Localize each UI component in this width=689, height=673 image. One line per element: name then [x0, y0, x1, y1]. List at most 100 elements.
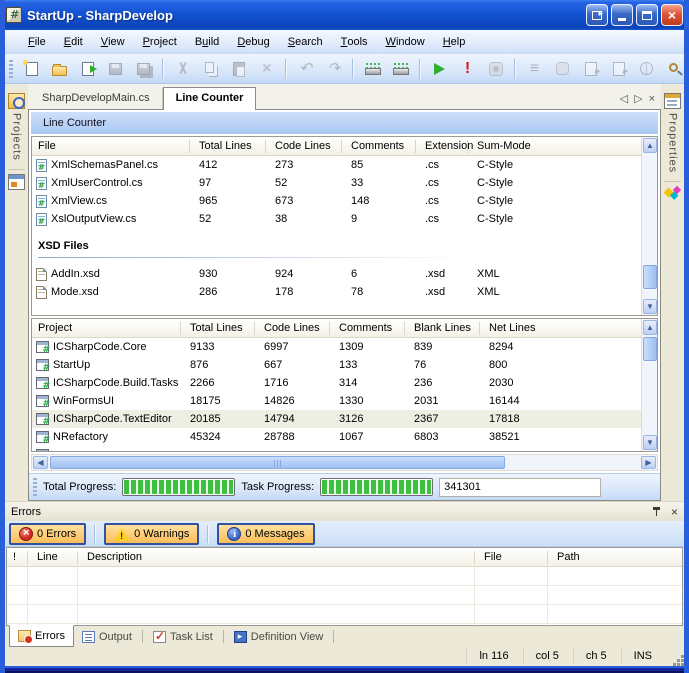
column-header[interactable]: Total Lines: [180, 322, 254, 335]
menu-build[interactable]: Build: [186, 30, 228, 54]
step-over-icon[interactable]: [609, 59, 628, 79]
tab-sharpdevelopmain[interactable]: SharpDevelopMain.cs: [30, 88, 163, 109]
tab-output[interactable]: Output: [74, 626, 140, 647]
redo-icon[interactable]: [324, 59, 343, 79]
horizontal-scrollbar[interactable]: ◀ ▶: [31, 454, 658, 471]
toggle-window-button[interactable]: [586, 4, 608, 26]
messages-filter-button[interactable]: 0 Messages: [217, 523, 314, 545]
close-button[interactable]: ×: [661, 4, 683, 26]
warnings-filter-button[interactable]: 0 Warnings: [104, 523, 199, 545]
scroll-thumb[interactable]: [50, 456, 505, 469]
maximize-button[interactable]: [636, 4, 658, 26]
project-row-clipped[interactable]: [32, 446, 641, 451]
menu-edit[interactable]: Edit: [55, 30, 92, 54]
search-icon[interactable]: [665, 59, 684, 79]
format-icon[interactable]: [525, 59, 544, 79]
scroll-left-icon[interactable]: ◀: [33, 456, 48, 469]
new-file-icon[interactable]: [22, 59, 41, 79]
project-row[interactable]: ICSharpCode.Build.Tasks 2266 1716 314 23…: [32, 374, 641, 392]
menu-project[interactable]: Project: [134, 30, 186, 54]
scroll-thumb[interactable]: [643, 337, 657, 361]
rebuild-icon[interactable]: [391, 59, 410, 79]
project-row[interactable]: ICSharpCode.Core 9133 6997 1309 839 8294: [32, 338, 641, 356]
copy-icon[interactable]: [201, 59, 220, 79]
column-header[interactable]: File: [474, 551, 547, 564]
undo-icon[interactable]: [296, 59, 315, 79]
column-header[interactable]: Total Lines: [189, 140, 265, 153]
breakpoint-icon[interactable]: [553, 59, 572, 79]
sidebar-tab-projects[interactable]: Projects: [8, 86, 25, 170]
paste-icon[interactable]: [229, 59, 248, 79]
toolbox-icon[interactable]: [664, 186, 681, 202]
menu-window[interactable]: Window: [377, 30, 434, 54]
tab-line-counter[interactable]: Line Counter: [163, 87, 257, 110]
build-icon[interactable]: [363, 59, 382, 79]
scroll-down-icon[interactable]: ▼: [643, 299, 657, 314]
menu-help[interactable]: Help: [434, 30, 475, 54]
minimize-button[interactable]: [611, 4, 633, 26]
projects-table-scrollbar[interactable]: ▲ ▼: [641, 319, 657, 451]
project-row[interactable]: WinFormsUI 18175 14826 1330 2031 16144: [32, 392, 641, 410]
step-into-icon[interactable]: [581, 59, 600, 79]
errors-filter-button[interactable]: 0 Errors: [9, 523, 86, 545]
column-header[interactable]: Extension: [415, 140, 467, 153]
menu-view[interactable]: View: [92, 30, 134, 54]
progress-toolbar-grip[interactable]: [33, 478, 37, 496]
files-table-scrollbar[interactable]: ▲ ▼: [641, 137, 657, 315]
cut-icon[interactable]: [173, 59, 192, 79]
column-header[interactable]: Code Lines: [254, 322, 329, 335]
toolbar-separator[interactable]: [162, 59, 164, 79]
column-header[interactable]: Code Lines: [265, 140, 341, 153]
run-icon[interactable]: [430, 59, 449, 79]
profiler-icon[interactable]: [486, 59, 505, 79]
column-header[interactable]: File: [32, 140, 189, 153]
toolbar-separator[interactable]: [514, 59, 516, 79]
save-all-icon[interactable]: [134, 59, 153, 79]
tab-definition-view[interactable]: Definition View: [226, 626, 332, 647]
tab-close-icon[interactable]: ×: [649, 93, 655, 105]
file-row[interactable]: AddIn.xsd 930 924 6 .xsd XML: [32, 265, 641, 283]
file-row[interactable]: XmlSchemasPanel.cs 412 273 85 .cs C-Styl…: [32, 156, 641, 174]
scroll-up-icon[interactable]: ▲: [643, 138, 657, 153]
save-icon[interactable]: [106, 59, 125, 79]
column-header[interactable]: Comments: [341, 140, 415, 153]
toolbar-grip[interactable]: [9, 60, 13, 78]
project-row[interactable]: ICSharpCode.TextEditor 20185 14794 3126 …: [32, 410, 641, 428]
abort-build-icon[interactable]: [458, 59, 477, 79]
pin-icon[interactable]: [652, 507, 661, 517]
file-row[interactable]: XmlView.cs 965 673 148 .cs C-Style: [32, 192, 641, 210]
sidebar-tab-properties[interactable]: Properties: [664, 86, 681, 182]
column-header[interactable]: Comments: [329, 322, 404, 335]
toolbar-separator[interactable]: [352, 59, 354, 79]
column-header[interactable]: Net Lines: [479, 322, 641, 335]
scroll-down-icon[interactable]: ▼: [643, 435, 657, 450]
panel-close-icon[interactable]: ×: [671, 505, 678, 519]
project-row[interactable]: NRefactory 45324 28788 1067 6803 38521: [32, 428, 641, 446]
file-row[interactable]: XmlUserControl.cs 97 52 33 .cs C-Style: [32, 174, 641, 192]
tab-errors[interactable]: Errors: [9, 625, 74, 647]
column-header[interactable]: Blank Lines: [404, 322, 479, 335]
column-header[interactable]: Line: [27, 551, 77, 564]
column-header[interactable]: Description: [77, 551, 474, 564]
open-file-icon[interactable]: [50, 59, 69, 79]
toolbar-separator[interactable]: [419, 59, 421, 79]
column-header[interactable]: Path: [547, 551, 682, 564]
scroll-up-icon[interactable]: ▲: [643, 320, 657, 335]
tab-task-list[interactable]: Task List: [145, 626, 221, 647]
menu-debug[interactable]: Debug: [228, 30, 278, 54]
file-row[interactable]: XslOutputView.cs 52 38 9 .cs C-Style: [32, 210, 641, 228]
classes-icon[interactable]: [8, 174, 25, 190]
file-row[interactable]: Mode.xsd 286 178 78 .xsd XML: [32, 283, 641, 301]
save-as-icon[interactable]: [78, 59, 97, 79]
resize-grip[interactable]: [668, 650, 682, 664]
tab-scroll-right-icon[interactable]: ▷: [634, 92, 642, 105]
tab-scroll-left-icon[interactable]: ◁: [620, 92, 628, 105]
column-header[interactable]: !: [7, 551, 27, 564]
menu-tools[interactable]: Tools: [332, 30, 377, 54]
menu-search[interactable]: Search: [279, 30, 332, 54]
scroll-thumb[interactable]: [643, 265, 657, 289]
delete-icon[interactable]: [257, 59, 276, 79]
column-header[interactable]: Sum-Mode: [467, 140, 641, 153]
menu-file[interactable]: File: [19, 30, 55, 54]
toolbar-separator[interactable]: [285, 59, 287, 79]
